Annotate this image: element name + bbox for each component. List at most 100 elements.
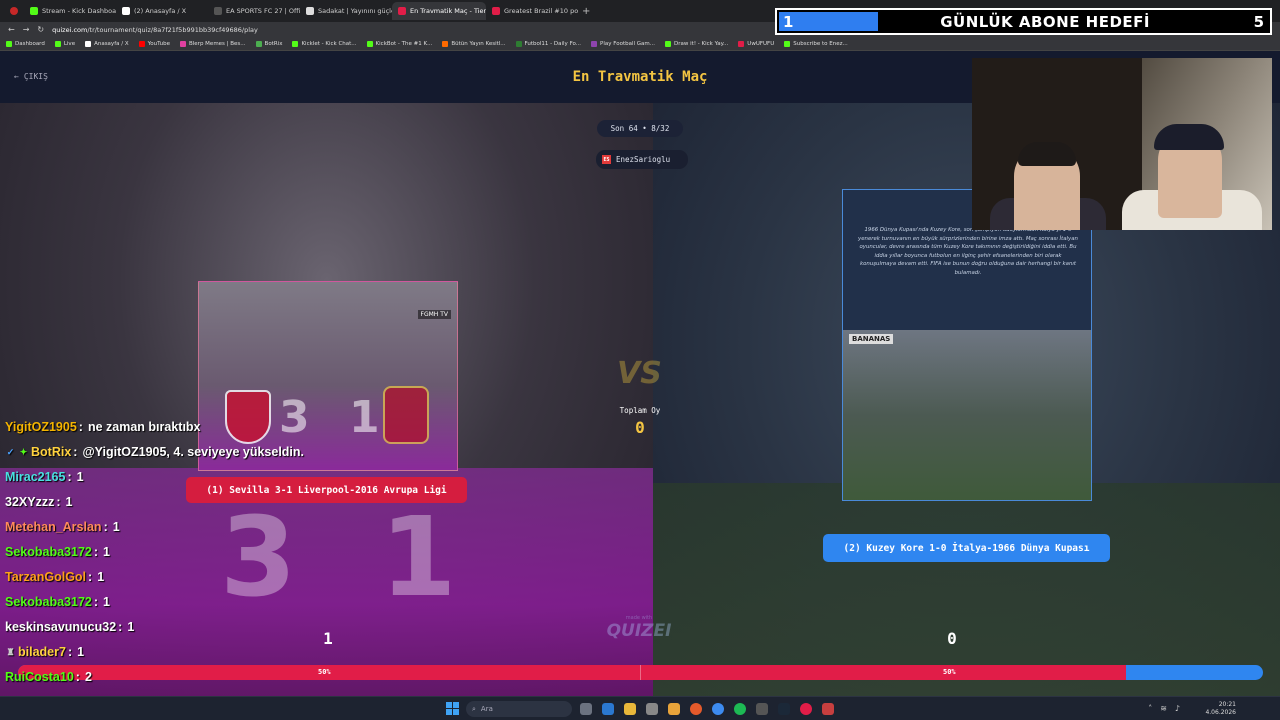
chat-username[interactable]: 32XYzzz — [5, 495, 54, 509]
tab-1[interactable]: (2) Anasayfa / X — [116, 2, 208, 20]
option-photo: BANANAS — [843, 330, 1091, 500]
option-right-button[interactable]: (2) Kuzey Kore 1-0 İtalya-1966 Dünya Kup… — [823, 534, 1110, 562]
windows-start-icon[interactable] — [446, 702, 460, 716]
bookmark-item[interactable]: KickBot - The #1 K... — [366, 40, 432, 47]
chat-text: 1 — [65, 495, 73, 509]
tab-3[interactable]: Sadakat | Yayınını güçlend — [300, 2, 392, 20]
bookmark-favicon-icon — [180, 40, 186, 47]
chat-text: 1 — [97, 570, 105, 584]
bookmark-favicon-icon — [442, 40, 449, 47]
bookmark-favicon-icon — [738, 40, 745, 47]
chat-message: Sekobaba3172:1 — [5, 595, 110, 609]
stadium-sign: BANANAS — [849, 334, 894, 344]
chat-colon: : — [67, 645, 73, 659]
bookmark-item[interactable]: Draw it! - Kick Yay... — [665, 40, 728, 47]
tab-2[interactable]: EA SPORTS FC 27 | Officia — [208, 2, 300, 20]
app-icon-3[interactable] — [822, 703, 834, 715]
right-percent: 50% — [943, 668, 956, 676]
total-votes-value: 0 — [635, 418, 645, 437]
bookmark-item[interactable]: BotRix — [255, 40, 282, 47]
browser-menu[interactable] — [4, 2, 24, 20]
chat-username[interactable]: YigitOZ1905 — [5, 420, 77, 434]
chat-message: keskinsavunucu32:1 — [5, 620, 134, 634]
bookmark-item[interactable]: Subscribe to Enez... — [784, 40, 848, 47]
total-votes-label: Toplam Oy — [619, 406, 661, 415]
forward-arrow-icon[interactable]: → — [23, 25, 30, 34]
steam-icon[interactable] — [778, 703, 790, 715]
tab-4[interactable]: En Travmatik Maç - Tier Li✕ — [392, 2, 486, 20]
bookmark-favicon-icon — [54, 40, 61, 47]
goal-title: GÜNLÜK ABONE HEDEFİ — [940, 12, 1150, 31]
tab-0[interactable]: Stream - Kick Dashboard — [24, 2, 116, 20]
chat-username[interactable]: Sekobaba3172 — [5, 545, 92, 559]
app-icon-2[interactable] — [668, 703, 680, 715]
chat-username[interactable]: keskinsavunucu32 — [5, 620, 116, 634]
bookmark-item[interactable]: Play Football Gam... — [591, 40, 655, 47]
bookmark-item[interactable]: UwUFUFU — [738, 40, 774, 47]
widgets-icon[interactable] — [602, 703, 614, 715]
chat-username[interactable]: bilader7 — [18, 645, 66, 659]
webcam-overlay — [972, 58, 1272, 230]
left-bg-score-away: 1 — [380, 493, 457, 621]
wifi-icon[interactable]: ≋ — [1160, 704, 1167, 713]
firefox-icon[interactable] — [690, 703, 702, 715]
bookmark-item[interactable]: Dashboard — [6, 40, 45, 47]
chat-username[interactable]: RuiCosta10 — [5, 670, 74, 684]
chat-overlay: YigitOZ1905: ne zaman bıraktıbx ✓ ✦ BotRix: @… — [0, 420, 380, 720]
option-card-right[interactable]: 1966 Dünya Kupası'nda Kuzey Kore, son şa… — [842, 189, 1092, 501]
chat-username[interactable]: Mirac2165 — [5, 470, 65, 484]
bookmark-item[interactable]: Live — [54, 40, 75, 47]
chat-message: Sekobaba3172:1 — [5, 545, 110, 559]
system-tray: ˄ ≋ ♪ — [1148, 704, 1180, 713]
chat-colon: : — [93, 545, 99, 559]
round-indicator: Son 64 • 8/32 — [597, 120, 683, 137]
bookmark-item[interactable]: YouTube — [138, 40, 170, 47]
bookmark-favicon-icon — [85, 40, 92, 47]
user-badge-icon: ♜ — [6, 646, 15, 657]
back-arrow-icon[interactable]: ← — [8, 25, 15, 34]
goal-progress-fill — [779, 12, 878, 31]
reload-icon[interactable]: ↻ — [37, 25, 44, 34]
url-field[interactable]: quizei.com/tr/tournament/quiz/8a7f21f5b9… — [52, 26, 258, 34]
app-icon[interactable] — [646, 703, 658, 715]
ea-icon — [214, 7, 222, 15]
chevron-up-icon[interactable]: ˄ — [1148, 704, 1152, 713]
chat-username[interactable]: BotRix — [31, 445, 71, 459]
bookmark-item[interactable]: Kicklet - Kick Chat... — [292, 40, 357, 47]
chrome-icon[interactable] — [712, 703, 724, 715]
chat-colon: : — [88, 570, 93, 584]
made-with-logo: made with QUIZEI — [606, 615, 672, 641]
tab-5[interactable]: Greatest Brazil #10 post-Pe — [486, 2, 578, 20]
spotify-icon[interactable] — [734, 703, 746, 715]
watermark: FGMH TV — [417, 310, 451, 319]
bookmark-item[interactable]: Blerp Memes | Bes... — [180, 40, 246, 47]
chat-message: RuiCosta10:2 — [5, 670, 92, 684]
new-tab-icon[interactable]: + — [582, 6, 590, 17]
bookmark-item[interactable]: Anasayfa / X — [85, 40, 129, 47]
chat-text: 1 — [76, 470, 84, 484]
chat-text: 1 — [103, 545, 110, 559]
task-view-icon[interactable] — [580, 703, 592, 715]
opera-icon[interactable] — [800, 703, 812, 715]
taskbar-search[interactable]: ⌕ Ara — [466, 701, 572, 717]
goal-target: 5 — [1253, 12, 1264, 31]
vs-icon: VS — [617, 356, 662, 391]
chat-username[interactable]: Metehan_Arslan — [5, 520, 102, 534]
chat-message: ♜ bilader7:1 — [5, 645, 84, 659]
streamer-1-hair — [1018, 142, 1076, 166]
volume-icon[interactable]: ♪ — [1175, 704, 1180, 713]
bookmark-item[interactable]: Futbol11 - Daily Fo... — [515, 40, 581, 47]
bookmark-favicon-icon — [255, 40, 262, 47]
chat-username[interactable]: TarzanGolGol — [5, 570, 86, 584]
file-explorer-icon[interactable] — [624, 703, 636, 715]
right-vote-count: 0 — [947, 629, 957, 648]
chat-text: 1 — [77, 645, 85, 659]
bookmark-item[interactable]: Bütün Yayın Kesitl... — [442, 40, 506, 47]
obs-icon[interactable] — [756, 703, 768, 715]
liverpool-crest-icon — [383, 386, 429, 444]
chat-message: ✓ ✦ BotRix: @YigitOZ1905, 4. seviyeye yükse… — [5, 445, 304, 459]
clock[interactable]: 20:21 4.06.2026 — [1205, 701, 1236, 717]
creator-chip[interactable]: ES EnezSarioglu — [596, 150, 688, 169]
chat-message: Metehan_Arslan:1 — [5, 520, 120, 534]
chat-username[interactable]: Sekobaba3172 — [5, 595, 92, 609]
